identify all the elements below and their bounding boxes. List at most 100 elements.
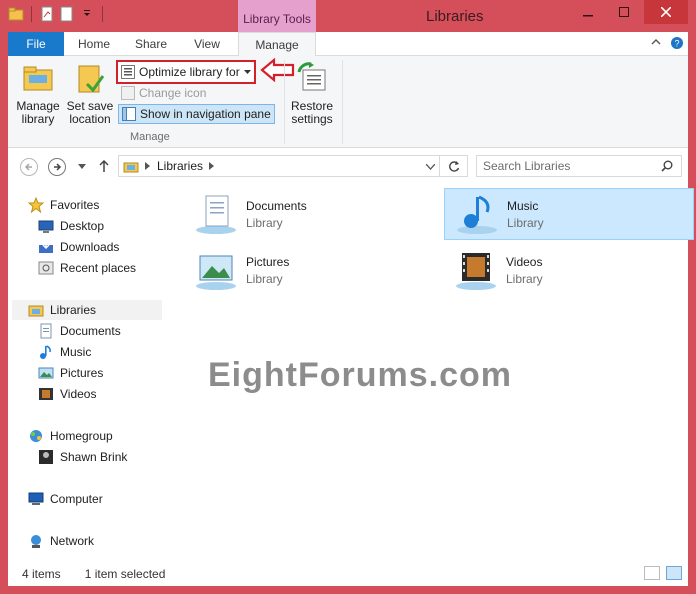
computer-icon [28,492,44,505]
optimize-library-for-button[interactable]: Optimize library for [116,60,256,84]
nav-label: Network [50,534,95,548]
nav-item-downloads[interactable]: Downloads [38,238,119,256]
chevron-right-icon [145,162,150,170]
recent-locations-icon[interactable] [78,164,86,170]
downloads-icon [39,240,53,253]
nav-item-desktop[interactable]: Desktop [38,217,104,235]
ribbon-help-controls: ? [650,36,684,50]
nav-item-music[interactable]: Music [38,343,91,361]
chevron-down-icon [243,69,251,74]
pictures-icon [38,367,54,379]
nav-item-network[interactable]: Network [28,532,94,550]
library-item-music[interactable]: Music Library [444,188,694,240]
new-folder-icon[interactable] [59,6,75,22]
optimize-icon [121,65,135,79]
tab-file[interactable]: File [8,32,64,56]
arrow-up-icon[interactable] [98,159,110,173]
chevron-down-icon[interactable] [426,164,435,170]
libraries-icon [123,162,139,173]
nav-item-documents[interactable]: Documents [38,322,121,340]
item-type: Library [507,215,544,230]
refresh-button[interactable] [440,155,468,177]
save-folder-icon [78,65,105,93]
library-item-pictures[interactable]: Pictures Library [184,244,434,296]
qat-separator [102,6,103,22]
search-input[interactable]: Search Libraries [476,155,682,177]
desktop-icon [38,220,54,233]
view-toggle [644,566,682,580]
tab-view[interactable]: View [184,32,230,56]
restore-icon [297,62,326,91]
library-item-videos[interactable]: Videos Library [444,244,694,296]
optimize-library-label: Optimize library for [139,65,240,79]
recent-places-icon [38,261,54,275]
nav-item-computer[interactable]: Computer [28,490,103,508]
qat-separator [31,6,32,22]
network-icon [31,535,41,548]
maximize-button[interactable] [606,0,642,24]
ribbon-separator [342,60,343,144]
nav-item-libraries[interactable]: Libraries [12,300,162,320]
explorer-window: Library Tools Libraries File Home Share … [0,0,696,594]
library-folder-icon [23,66,53,91]
details-view-button[interactable] [644,566,660,580]
item-type: Library [506,271,543,286]
tab-home[interactable]: Home [70,32,118,56]
libraries-icon [28,305,44,317]
chevron-right-icon [209,162,215,170]
nav-label: Videos [60,387,97,401]
minimize-button[interactable] [570,0,606,24]
forward-button[interactable] [48,158,66,176]
watermark: EightForums.com [208,356,513,394]
breadcrumb[interactable]: Libraries [157,159,203,173]
restore-settings-button[interactable]: Restore settings [286,62,338,126]
show-in-navigation-pane-button[interactable]: Show in navigation pane [118,104,275,124]
restore-settings-label: Restore settings [290,99,334,126]
nav-item-videos[interactable]: Videos [38,385,96,403]
nav-label: Libraries [50,303,97,317]
documents-icon [40,323,52,339]
address-bar: Libraries Search Libraries [8,148,688,184]
nav-item-pictures[interactable]: Pictures [38,364,103,382]
item-count: 4 items [22,567,61,581]
item-name: Pictures [246,254,290,269]
nav-item-shawn-brink[interactable]: Shawn Brink [38,448,127,466]
nav-item-homegroup[interactable]: Homegroup [28,427,113,445]
nav-label: Documents [60,324,121,338]
chevron-up-icon[interactable] [650,36,662,48]
window-title: Libraries [426,8,484,25]
nav-label: Desktop [60,219,105,233]
nav-label: Music [60,345,92,359]
tab-manage[interactable]: Manage [238,32,316,57]
navigation-pane-icon [122,107,136,121]
back-button[interactable] [20,158,38,176]
library-item-documents[interactable]: Documents Library [184,188,434,240]
manage-library-button[interactable]: Manage library [14,62,62,126]
context-tab-label: Library Tools [238,0,316,32]
item-type: Library [246,215,283,230]
nav-item-recent-places[interactable]: Recent places [38,259,136,277]
nav-item-favorites[interactable]: Favorites [28,196,99,214]
pictures-icon [196,255,236,290]
refresh-icon [448,161,459,172]
show-in-navigation-pane-label: Show in navigation pane [140,107,271,121]
chevron-down-icon[interactable] [79,6,95,22]
item-name: Music [507,198,539,213]
tab-share[interactable]: Share [126,32,176,56]
minimize-icon [583,15,593,17]
properties-icon[interactable] [39,6,55,22]
close-button[interactable] [644,0,688,24]
avatar [39,450,53,464]
videos-icon [39,388,53,400]
maximize-icon [619,7,629,17]
title-bar: Library Tools Libraries [8,0,688,32]
arrow-left-icon [24,163,32,171]
change-icon-button[interactable]: Change icon [118,83,209,103]
address-path[interactable]: Libraries [118,155,440,177]
set-save-location-button[interactable]: Set save location [66,62,114,126]
folder-icon[interactable] [8,6,24,22]
videos-icon [456,253,496,290]
nav-label: Pictures [60,366,104,380]
tiles-view-button[interactable] [666,566,682,580]
help-icon[interactable]: ? [670,36,684,50]
